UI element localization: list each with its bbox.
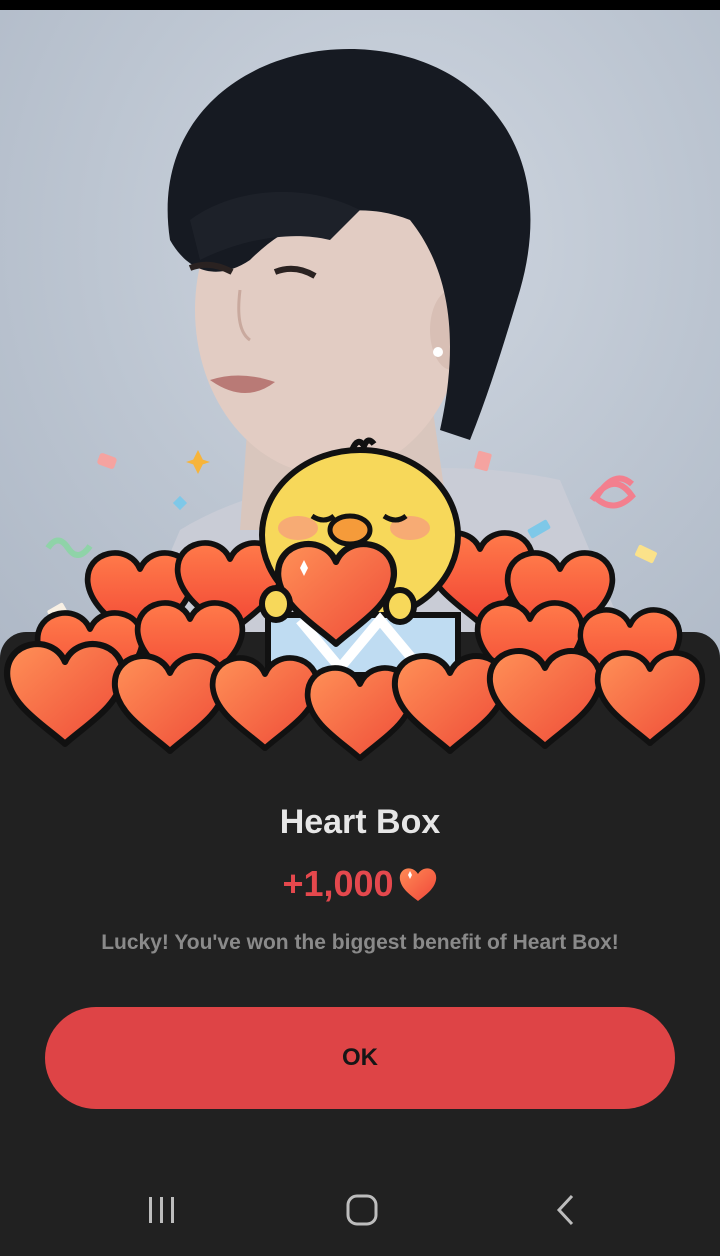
dialog-title: Heart Box [279,803,441,841]
reward-row: +1,000 [0,860,720,908]
system-nav-bar [0,1150,720,1256]
ok-button-label: OK [342,1044,378,1071]
heart-icon [398,866,438,902]
ok-button[interactable]: OK [45,1007,675,1109]
back-icon[interactable] [536,1180,596,1240]
status-bar [0,0,720,10]
heart-box-illustration [0,420,720,780]
home-icon[interactable] [332,1180,392,1240]
reward-message: Lucky! You've won the biggest benefit of… [101,931,619,954]
reward-amount: +1,000 [282,863,394,904]
recent-apps-icon[interactable] [132,1180,192,1240]
